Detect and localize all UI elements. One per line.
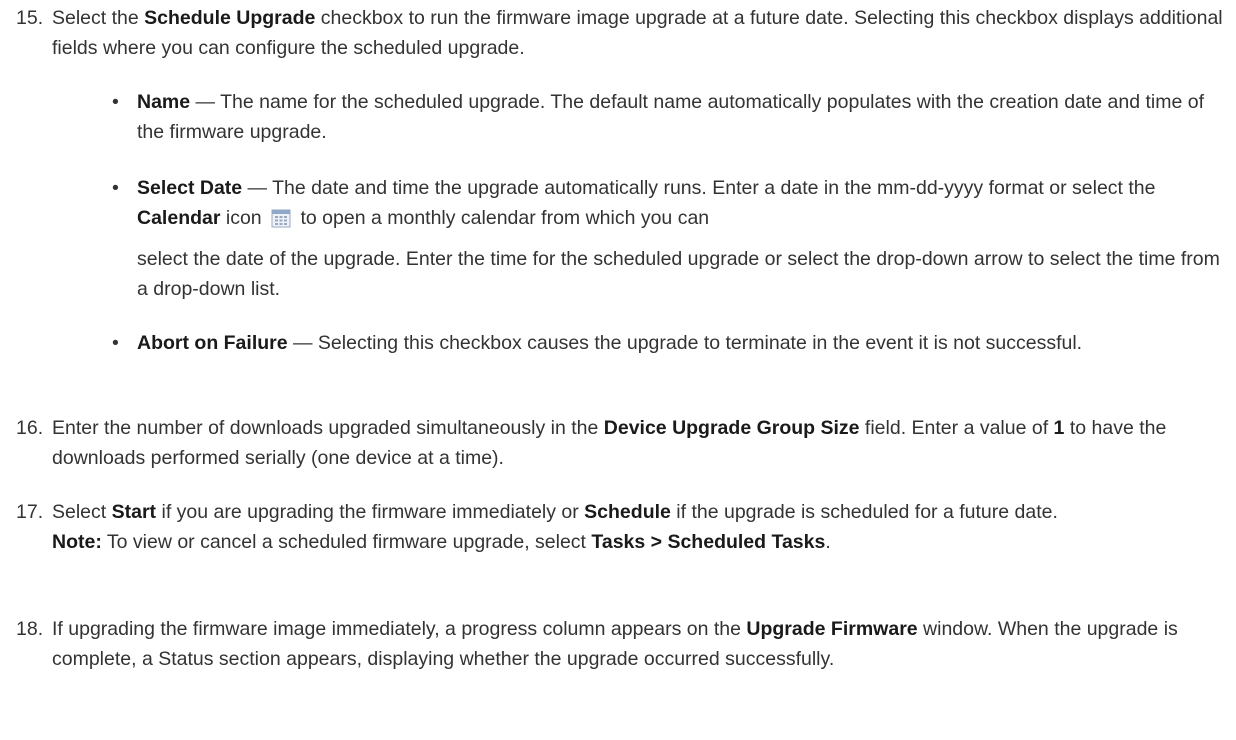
step-number: 15. [16,7,44,29]
field-term: Name [137,91,191,113]
ui-term: Calendar [137,207,221,229]
field-term: Select Date [137,177,243,199]
ui-term: Schedule [584,501,671,523]
step-number: 16. [16,417,44,439]
note-label: Note: [52,531,102,553]
ui-term: Schedule Upgrade [144,7,316,29]
note: Note: To view or cancel a scheduled firm… [52,531,831,553]
step-text: Select the Schedule Upgrade checkbox to … [52,7,1223,59]
bullet-dot: • [112,177,119,199]
step-number: 17. [16,501,44,523]
ui-term: Device Upgrade Group Size [603,417,860,439]
value-term: 1 [1053,417,1065,439]
ui-term: Start [111,501,157,523]
menu-path: Tasks > Scheduled Tasks [591,531,826,553]
ui-term: Upgrade Firmware [746,618,918,640]
bullet-dot: • [112,91,119,113]
calendar-icon [271,207,291,228]
step-number: 18. [16,618,44,640]
bullet-dot: • [112,332,119,354]
field-term: Abort on Failure [137,332,288,354]
